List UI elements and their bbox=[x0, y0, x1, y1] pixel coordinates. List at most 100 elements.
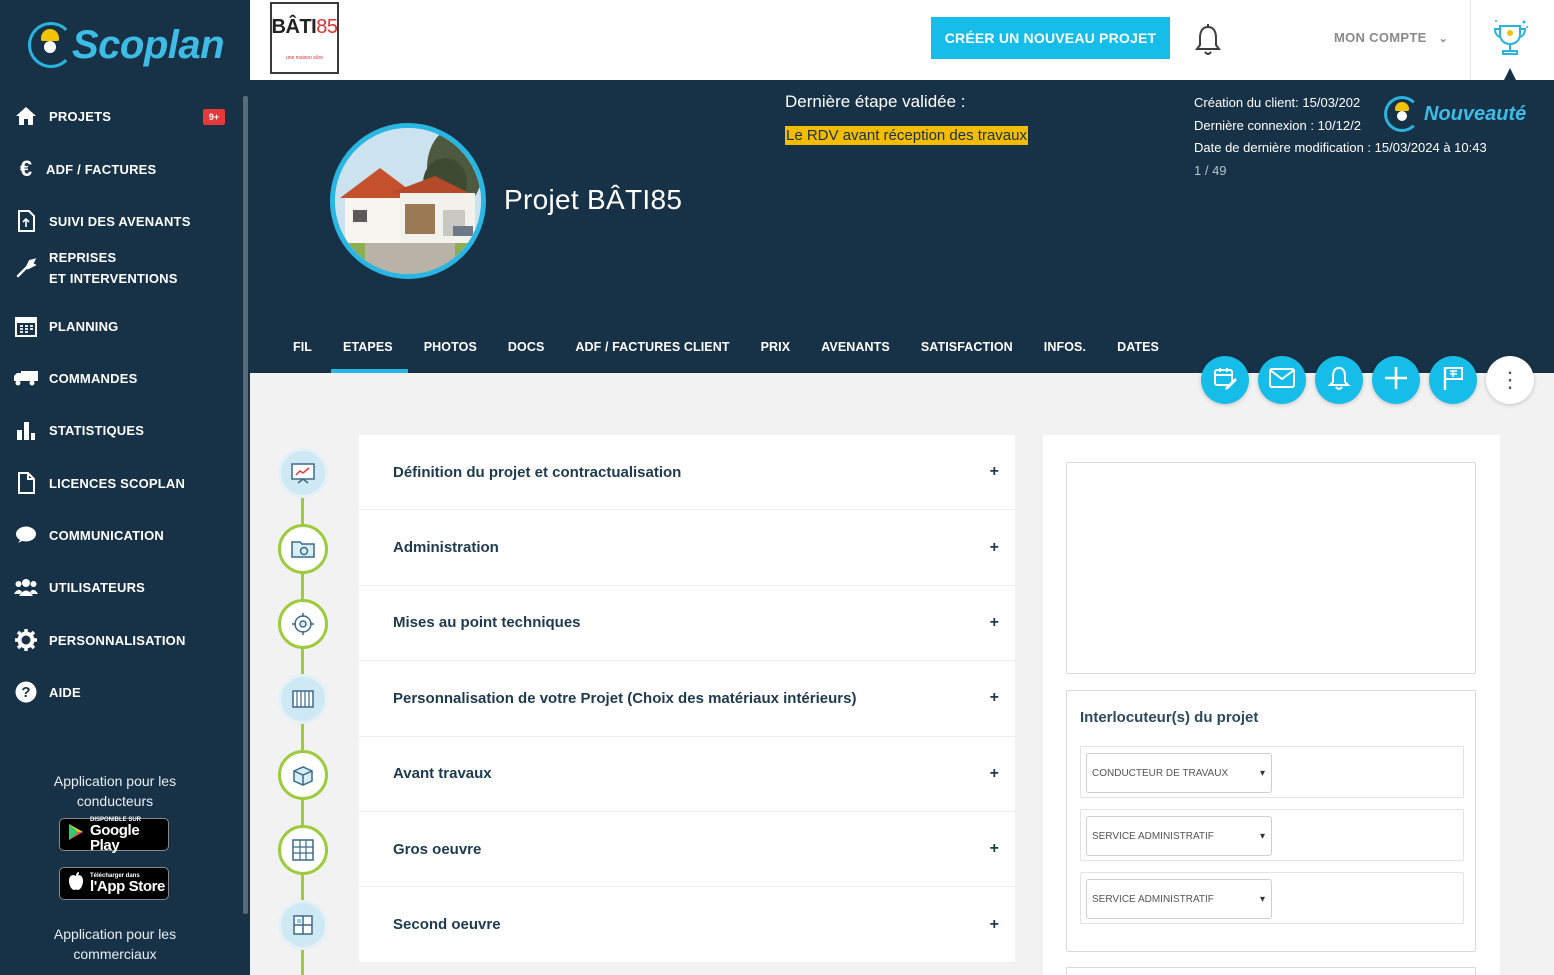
create-project-button[interactable]: CRÉER UN NOUVEAU PROJET bbox=[931, 17, 1170, 59]
sidebar-item-statistiques[interactable]: STATISTIQUES bbox=[0, 417, 240, 443]
tab-satisfaction[interactable]: SATISFACTION bbox=[905, 340, 1028, 373]
google-play-icon bbox=[68, 823, 84, 846]
step-row[interactable]: Second oeuvre + bbox=[359, 887, 1015, 963]
step-row[interactable]: Définition du projet et contractualisati… bbox=[359, 435, 1015, 511]
structure-icon bbox=[290, 837, 316, 863]
nouveaute-banner[interactable]: Nouveauté bbox=[1384, 96, 1526, 132]
calendar-edit-icon bbox=[1212, 365, 1238, 396]
app-conducteurs-label: Application pour les conducteurs bbox=[53, 773, 177, 809]
tab-dates[interactable]: DATES bbox=[1101, 340, 1174, 373]
company-logo-suffix: 85 bbox=[316, 15, 338, 38]
role-select[interactable]: SERVICE ADMINISTRATIF ▾ bbox=[1086, 816, 1272, 856]
google-play-button[interactable]: DISPONIBLE SUR Google Play bbox=[59, 817, 169, 853]
role-select[interactable]: SERVICE ADMINISTRATIF ▾ bbox=[1086, 879, 1272, 919]
expand-plus-icon[interactable]: + bbox=[990, 463, 999, 481]
sidebar-item-licences[interactable]: LICENCES SCOPLAN bbox=[0, 470, 240, 496]
expand-plus-icon[interactable]: + bbox=[990, 840, 999, 858]
tab-etapes[interactable]: ETAPES bbox=[327, 340, 408, 373]
tab-photos[interactable]: PHOTOS bbox=[408, 340, 492, 373]
sidebar-item-utilisateurs[interactable]: UTILISATEURS bbox=[0, 574, 240, 600]
role-select[interactable]: CONDUCTEUR DE TRAVAUX ▾ bbox=[1086, 753, 1272, 793]
expand-plus-icon[interactable]: + bbox=[990, 765, 999, 783]
expand-plus-icon[interactable]: + bbox=[990, 539, 999, 557]
step-node bbox=[278, 900, 328, 950]
tab-prix[interactable]: PRIX bbox=[745, 340, 806, 373]
expand-plus-icon[interactable]: + bbox=[990, 916, 999, 934]
trophy-icon[interactable] bbox=[1490, 18, 1530, 62]
flag-button[interactable] bbox=[1429, 356, 1477, 404]
expand-plus-icon[interactable]: + bbox=[990, 689, 999, 707]
divider bbox=[1470, 0, 1471, 80]
step-node bbox=[278, 599, 328, 649]
trophy-pointer bbox=[1504, 68, 1516, 80]
step-title: Personnalisation de votre Projet (Choix … bbox=[393, 689, 857, 707]
interior-icon bbox=[290, 912, 316, 938]
sidebar-item-label: PERSONNALISATION bbox=[49, 632, 186, 648]
sidebar-item-planning[interactable]: PLANNING bbox=[0, 313, 240, 339]
presentation-icon bbox=[290, 460, 316, 486]
top-bar: BÂTI85 une maison sûre CRÉER UN NOUVEAU … bbox=[250, 0, 1554, 80]
company-logo[interactable]: BÂTI85 une maison sûre bbox=[270, 2, 339, 74]
step-title: Avant travaux bbox=[393, 765, 492, 783]
notes-box bbox=[1066, 462, 1476, 674]
sidebar-item-label: ADF / FACTURES bbox=[46, 161, 157, 177]
app-store-big: l'App Store bbox=[90, 878, 166, 895]
chevron-down-icon: ▾ bbox=[1259, 767, 1265, 779]
tab-fil[interactable]: FIL bbox=[277, 340, 327, 373]
sidebar-item-commandes[interactable]: COMMANDES bbox=[0, 365, 240, 391]
sidebar-item-personnalisation[interactable]: PERSONNALISATION bbox=[0, 627, 240, 653]
add-button[interactable] bbox=[1372, 356, 1420, 404]
expand-plus-icon[interactable]: + bbox=[990, 614, 999, 632]
bell-button[interactable] bbox=[1315, 356, 1363, 404]
app-store-button[interactable]: Télécharger dans l'App Store bbox=[59, 867, 169, 900]
more-options-button[interactable]: ⋮ bbox=[1486, 356, 1534, 404]
interlocuteurs-title: Interlocuteur(s) du projet bbox=[1080, 709, 1259, 726]
scoplan-logo-icon bbox=[28, 22, 74, 68]
tab-infos[interactable]: INFOS. bbox=[1028, 340, 1101, 373]
account-menu[interactable]: MON COMPTE ⌄ bbox=[1334, 30, 1448, 45]
step-row[interactable]: Administration + bbox=[359, 510, 1015, 586]
step-row[interactable]: Mises au point techniques + bbox=[359, 586, 1015, 662]
tab-adf-factures-client[interactable]: ADF / FACTURES CLIENT bbox=[559, 340, 744, 373]
sidebar-item-suivi-avenants[interactable]: SUIVI DES AVENANTS bbox=[0, 208, 240, 234]
sidebar-item-reprises[interactable]: REPRISES ET INTERVENTIONS bbox=[0, 247, 240, 289]
box-icon bbox=[290, 762, 316, 788]
chevron-down-icon: ▾ bbox=[1259, 830, 1265, 842]
sidebar-item-adf-factures[interactable]: € ADF / FACTURES bbox=[0, 156, 240, 182]
step-node bbox=[278, 524, 328, 574]
calendar-icon bbox=[13, 313, 39, 339]
chevron-down-icon: ▾ bbox=[1259, 893, 1265, 905]
calendar-edit-button[interactable] bbox=[1201, 356, 1249, 404]
step-node bbox=[278, 825, 328, 875]
interlocuteur-row: SERVICE ADMINISTRATIF ▾ bbox=[1080, 872, 1464, 924]
project-avatar[interactable] bbox=[330, 123, 486, 279]
steps-list: Définition du projet et contractualisati… bbox=[359, 435, 1015, 963]
flag-icon bbox=[1441, 365, 1465, 396]
project-header: Projet BÂTI85 Dernière étape validée : L… bbox=[250, 80, 1554, 373]
notifications-bell-icon[interactable] bbox=[1190, 22, 1226, 58]
sidebar-item-projets[interactable]: PROJETS 9+ bbox=[0, 103, 240, 129]
step-row[interactable]: Personnalisation de votre Projet (Choix … bbox=[359, 661, 1015, 737]
folder-settings-icon bbox=[290, 536, 316, 562]
scoplan-logo[interactable]: Scoplan bbox=[28, 14, 225, 76]
gear-icon bbox=[13, 627, 39, 653]
chat-icon bbox=[13, 522, 39, 548]
step-row[interactable]: Avant travaux + bbox=[359, 737, 1015, 812]
sidebar-item-communication[interactable]: COMMUNICATION bbox=[0, 522, 240, 548]
step-title: Administration bbox=[393, 539, 499, 557]
sidebar-scrollbar[interactable] bbox=[243, 96, 248, 914]
project-tabs: FIL ETAPES PHOTOS DOCS ADF / FACTURES CL… bbox=[277, 340, 1174, 373]
chevron-down-icon: ⌄ bbox=[1438, 33, 1449, 45]
step-title: Gros oeuvre bbox=[393, 840, 482, 858]
interlocuteur-row: CONDUCTEUR DE TRAVAUX ▾ bbox=[1080, 746, 1464, 798]
sidebar-item-aide[interactable]: ? AIDE bbox=[0, 679, 240, 705]
sidebar-item-label: UTILISATEURS bbox=[49, 579, 146, 595]
account-label: MON COMPTE bbox=[1334, 30, 1427, 45]
step-title: Mises au point techniques bbox=[393, 614, 581, 632]
sidebar-item-label: STATISTIQUES bbox=[49, 422, 145, 438]
nouveaute-label: Nouveauté bbox=[1424, 102, 1527, 125]
step-row[interactable]: Gros oeuvre + bbox=[359, 812, 1015, 888]
mail-button[interactable] bbox=[1258, 356, 1306, 404]
tab-avenants[interactable]: AVENANTS bbox=[805, 340, 905, 373]
tab-docs[interactable]: DOCS bbox=[492, 340, 560, 373]
